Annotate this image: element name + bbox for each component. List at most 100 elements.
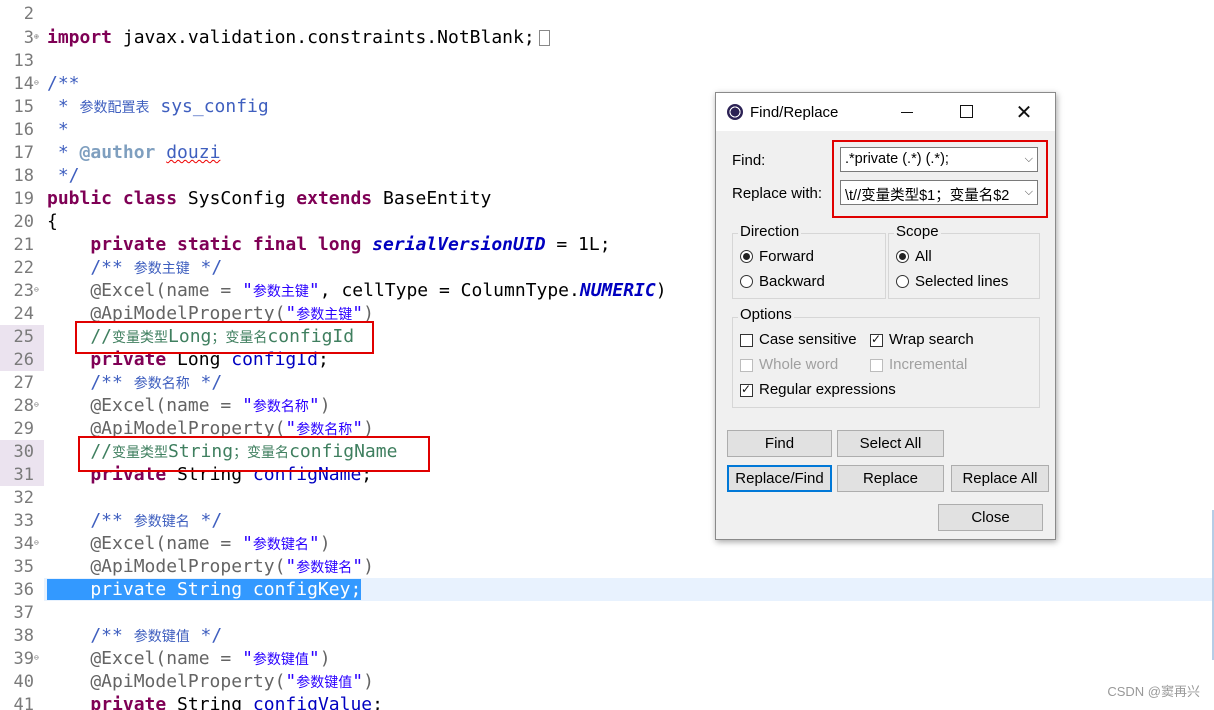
scope-all-radio[interactable] [896,250,909,263]
wrap-search-label[interactable]: Wrap search [889,331,974,348]
code-line[interactable]: 40 @ApiModelProperty("参数键值") [0,670,1214,693]
code-line[interactable]: 3 ⊕ import javax.validation.constraints.N… [0,26,1214,49]
expand-fold-icon[interactable]: ⊕ [34,32,39,42]
options-title: Options [738,306,794,323]
code-line[interactable]: 38 /** 参数键值 */ [0,624,1214,647]
code-line[interactable]: 2 [0,2,1214,25]
select-all-button[interactable]: Select All [837,430,944,457]
line-gutter: 37 [0,601,44,624]
code-line[interactable]: 35 @ApiModelProperty("参数键名") [0,555,1214,578]
line-gutter: 17 [0,141,44,164]
code-line-current[interactable]: 36 private String configKey; [0,578,1214,601]
line-gutter: 40 [0,670,44,693]
line-gutter: 24 [0,302,44,325]
line-gutter: 14 ⊖ [0,72,44,95]
code-line[interactable]: 41 private String configValue; [0,693,1214,710]
case-sensitive-checkbox[interactable] [740,334,753,347]
line-number: 31 [13,465,34,485]
code-text: */ [47,165,80,186]
collapse-fold-icon[interactable]: ⊖ [34,653,39,663]
line-number: 33 [13,511,34,531]
regular-expressions-label[interactable]: Regular expressions [759,381,896,398]
code-text: @ApiModelProperty("参数键值") [47,671,374,692]
code-text: @ApiModelProperty("参数键名") [47,556,374,577]
line-number: 36 [13,580,34,600]
scope-all-label[interactable]: All [915,248,932,265]
replace-find-button[interactable]: Replace/Find [727,465,832,492]
line-number: 13 [13,51,34,71]
line-number: 41 [13,695,34,710]
line-number: 28 [13,396,34,416]
line-gutter: 26 [0,348,44,371]
code-text: /** 参数键值 */ [47,625,223,646]
collapse-fold-icon[interactable]: ⊖ [34,78,39,88]
annotation-box [75,321,374,354]
code-text: * @author douzi [47,142,221,163]
code-line[interactable]: 39 ⊖ @Excel(name = "参数键值") [0,647,1214,670]
code-text: /** 参数名称 */ [47,372,223,393]
line-gutter: 25 [0,325,44,348]
code-text: @Excel(name = "参数名称") [47,395,331,416]
wrap-search-checkbox[interactable] [870,332,883,347]
regular-expressions-checkbox[interactable] [740,382,753,397]
line-number: 14 [13,74,34,94]
close-button[interactable]: Close [938,504,1043,531]
line-number: 34 [13,534,34,554]
dialog-titlebar[interactable]: Find/Replace ✕ [716,93,1055,131]
line-number: 25 [13,327,34,347]
line-gutter: 19 [0,187,44,210]
code-text: private String configKey; [47,578,362,601]
line-gutter: 3 ⊕ [0,26,44,49]
backward-radio[interactable] [740,275,753,288]
replace-all-button[interactable]: Replace All [951,465,1049,492]
collapse-fold-icon[interactable]: ⊖ [34,538,39,548]
collapse-fold-icon[interactable]: ⊖ [34,285,39,295]
code-line[interactable]: 37 [0,601,1214,624]
find-replace-dialog[interactable]: Find/Replace ✕ Find: .*private (.*) (.*)… [715,92,1056,540]
line-number: 16 [13,120,34,140]
replace-button[interactable]: Replace [837,465,944,492]
line-number: 19 [13,189,34,209]
annotation-box [78,436,430,472]
line-number: 30 [13,442,34,462]
line-gutter: 30 [0,440,44,463]
maximize-button[interactable] [946,100,986,124]
line-gutter: 27 [0,371,44,394]
incremental-label: Incremental [889,356,968,373]
replace-label: Replace with: [732,185,823,202]
find-button[interactable]: Find [727,430,832,457]
line-number: 2 [23,4,34,24]
line-number: 27 [13,373,34,393]
code-text: /** 参数键名 */ [47,510,223,531]
selected-lines-label[interactable]: Selected lines [915,273,1008,290]
minimize-button[interactable] [887,100,927,124]
line-number: 38 [13,626,34,646]
line-gutter: 31 [0,463,44,486]
line-gutter: 18 [0,164,44,187]
scope-title: Scope [894,223,941,240]
case-sensitive-label[interactable]: Case sensitive [759,331,857,348]
line-number: 17 [13,143,34,163]
line-number: 32 [13,488,34,508]
code-line[interactable]: 13 [0,49,1214,72]
close-window-button[interactable]: ✕ [1004,100,1044,124]
forward-label[interactable]: Forward [759,248,814,265]
backward-label[interactable]: Backward [759,273,825,290]
line-number: 26 [13,350,34,370]
code-text: /** 参数主键 */ [47,257,223,278]
find-label: Find: [732,152,766,169]
whole-word-checkbox [740,359,753,372]
line-gutter: 36 [0,578,44,601]
folded-imports-icon[interactable] [538,30,550,46]
code-text: @Excel(name = "参数键值") [47,648,331,669]
selected-text[interactable]: private String configKey; [90,579,362,600]
close-icon: ✕ [1015,100,1033,124]
line-gutter: 29 [0,417,44,440]
collapse-fold-icon[interactable]: ⊖ [34,400,39,410]
selected-lines-radio[interactable] [896,275,909,288]
code-text: * 参数配置表 sys_config [47,96,269,117]
forward-radio[interactable] [740,250,753,263]
line-gutter: 23 ⊖ [0,279,44,302]
line-number: 22 [13,258,34,278]
line-number: 20 [13,212,34,232]
